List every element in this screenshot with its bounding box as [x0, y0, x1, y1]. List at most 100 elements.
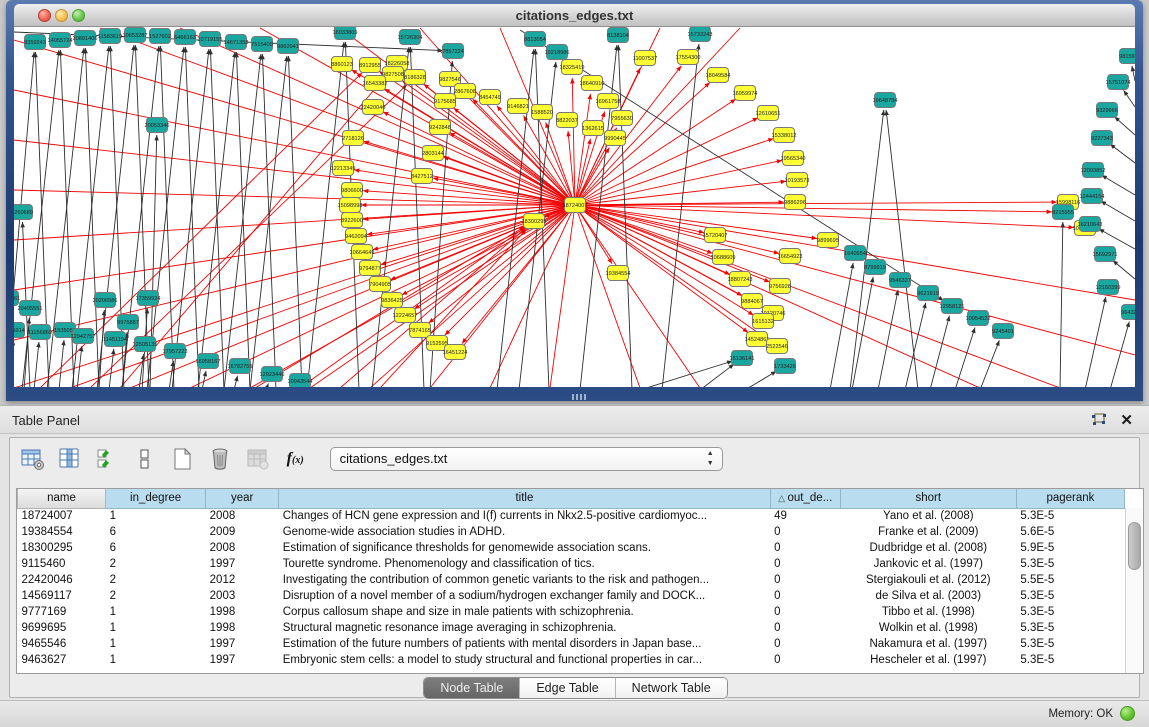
cell-title[interactable]: Genome-wide association studies in ADHD. — [279, 524, 770, 540]
cell-pagerank[interactable]: 5.6E-5 — [1016, 524, 1124, 540]
graph-node[interactable]: 10943544 — [288, 374, 313, 388]
graph-node[interactable]: 1615132 — [752, 314, 774, 329]
graph-node[interactable]: 8860123 — [331, 57, 353, 72]
graph-node[interactable]: 9175685 — [434, 94, 456, 109]
column-header-pagerank[interactable]: pagerank — [1016, 489, 1124, 508]
cell-pagerank[interactable]: 5.5E-5 — [1016, 572, 1124, 588]
graph-node[interactable]: 14055724 — [48, 33, 73, 48]
cell-short[interactable]: Hescheler et al. (1997) — [840, 652, 1016, 668]
graph-node[interactable]: 16961758 — [596, 94, 621, 109]
close-panel-icon[interactable]: ✕ — [1120, 411, 1133, 429]
cell-title[interactable]: Changes of HCN gene expression and I(f) … — [279, 508, 770, 524]
scrollbar-thumb[interactable] — [1128, 522, 1141, 570]
graph-node[interactable]: 11583619 — [98, 29, 122, 44]
delete-rows-button[interactable] — [205, 444, 235, 474]
cell-short[interactable]: Jankovic et al. (1997) — [840, 556, 1016, 572]
graph-node[interactable]: 2867608 — [454, 84, 476, 99]
node-table[interactable]: namein_degreeyeartitle△ out_de...shortpa… — [17, 489, 1125, 668]
graph-node[interactable]: 7955630 — [611, 111, 633, 126]
cell-name[interactable]: 9115460 — [18, 556, 106, 572]
graph-node[interactable]: 9990445 — [604, 131, 626, 146]
memory-status-indicator[interactable] — [1120, 706, 1135, 721]
cell-out_degree[interactable]: 49 — [770, 508, 840, 524]
cell-year[interactable]: 2008 — [206, 508, 279, 524]
cell-in_degree[interactable]: 6 — [106, 524, 206, 540]
graph-node[interactable]: 12610651 — [756, 106, 781, 121]
cell-year[interactable]: 2003 — [206, 588, 279, 604]
graph-node[interactable]: 11156869 — [28, 325, 52, 340]
graph-node[interactable]: 6466163 — [174, 30, 196, 45]
cell-title[interactable]: Tourette syndrome. Phenomenology and cla… — [279, 556, 770, 572]
cell-in_degree[interactable]: 1 — [106, 652, 206, 668]
graph-node[interactable]: 15726304 — [398, 30, 423, 45]
column-header-title[interactable]: title — [279, 489, 770, 508]
cell-out_degree[interactable]: 0 — [770, 604, 840, 620]
graph-node[interactable]: 16543382 — [363, 76, 388, 91]
cell-name[interactable]: 18724007 — [18, 508, 106, 524]
cell-title[interactable]: Structural magnetic resonance image aver… — [279, 620, 770, 636]
window-titlebar[interactable]: citations_edges.txt — [14, 4, 1135, 27]
graph-node[interactable]: 19218986 — [545, 45, 570, 60]
graph-node[interactable]: 1527602 — [149, 29, 171, 44]
graph-node[interactable]: 10193573 — [785, 173, 810, 188]
cell-year[interactable]: 1997 — [206, 636, 279, 652]
cell-out_degree[interactable]: 0 — [770, 572, 840, 588]
graph-node[interactable]: 16959974 — [733, 86, 758, 101]
table-select-dropdown[interactable]: citations_edges.txt ▲▼ — [330, 447, 723, 471]
graph-node[interactable]: 1640954 — [844, 246, 866, 261]
graph-node[interactable]: 16033809 — [333, 27, 358, 40]
graph-node[interactable]: 9242848 — [429, 120, 451, 135]
graph-node[interactable]: 17554300 — [676, 50, 701, 65]
graph-node[interactable]: 1588520 — [531, 105, 553, 120]
table-row[interactable]: 2242004622012Investigating the contribut… — [18, 572, 1125, 588]
graph-node[interactable]: 10664649 — [350, 245, 375, 260]
cell-name[interactable]: 14569117 — [18, 588, 106, 604]
table-row[interactable]: 1830029562008Estimation of significance … — [18, 540, 1125, 556]
cell-year[interactable]: 1998 — [206, 604, 279, 620]
graph-node[interactable]: 9462094 — [345, 229, 367, 244]
graph-node[interactable]: 1733426 — [774, 359, 796, 374]
graph-node[interactable]: 22420046 — [361, 100, 386, 115]
graph-node[interactable]: 9884067 — [741, 294, 763, 309]
graph-node[interactable]: 9806600 — [341, 183, 363, 198]
graph-node[interactable]: 12444154 — [1080, 189, 1105, 204]
graph-node[interactable]: 12224657 — [393, 308, 418, 323]
tab-network-table[interactable]: Network Table — [616, 678, 727, 698]
cell-title[interactable]: Embryonic stem cells: a model to study s… — [279, 652, 770, 668]
graph-node[interactable]: 12160399 — [1096, 280, 1121, 295]
graph-node[interactable]: 10719155 — [198, 32, 223, 47]
graph-node[interactable]: 15098998 — [338, 198, 363, 213]
cell-in_degree[interactable]: 2 — [106, 588, 206, 604]
cell-year[interactable]: 1998 — [206, 620, 279, 636]
graph-node[interactable]: 8215955 — [1052, 205, 1074, 220]
cell-short[interactable]: Dudbridge et al. (2008) — [840, 540, 1016, 556]
graph-node[interactable]: 9546327 — [889, 273, 911, 288]
cell-out_degree[interactable]: 0 — [770, 620, 840, 636]
table-row[interactable]: 946362711997Embryonic stem cells: a mode… — [18, 652, 1125, 668]
column-header-in_degree[interactable]: in_degree — [106, 489, 206, 508]
graph-node[interactable]: 9886296 — [784, 195, 806, 210]
graph-node[interactable]: 8922600 — [341, 213, 363, 228]
graph-node[interactable]: 18724007 — [563, 198, 588, 213]
cell-out_degree[interactable]: 0 — [770, 556, 840, 572]
cell-name[interactable]: 18300295 — [18, 540, 106, 556]
row-height-button[interactable] — [130, 444, 160, 474]
graph-node[interactable]: 17957223 — [163, 344, 188, 359]
graph-node[interactable]: 15692971 — [1093, 247, 1118, 262]
cell-pagerank[interactable]: 5.3E-5 — [1016, 604, 1124, 620]
graph-node[interactable]: 12923446 — [260, 367, 285, 382]
graph-node[interactable]: 18049584 — [706, 68, 731, 83]
graph-node[interactable]: 14671358 — [224, 35, 249, 50]
graph-node[interactable]: 8912955 — [359, 58, 381, 73]
cell-title[interactable]: Disruption of a novel member of a sodium… — [279, 588, 770, 604]
table-row[interactable]: 1872400712008Changes of HCN gene express… — [18, 508, 1125, 524]
column-header-year[interactable]: year — [206, 489, 279, 508]
graph-node[interactable]: 16654923 — [778, 249, 803, 264]
graph-node[interactable]: 2522546 — [766, 339, 788, 354]
graph-node[interactable]: 9227343 — [1091, 131, 1113, 146]
graph-node[interactable]: 8427512 — [411, 169, 433, 184]
cell-name[interactable]: 22420046 — [18, 572, 106, 588]
graph-node[interactable]: 12093852 — [1081, 163, 1106, 178]
panel-splitter-handle[interactable] — [572, 394, 586, 400]
graph-node[interactable]: 11451194 — [103, 332, 127, 347]
